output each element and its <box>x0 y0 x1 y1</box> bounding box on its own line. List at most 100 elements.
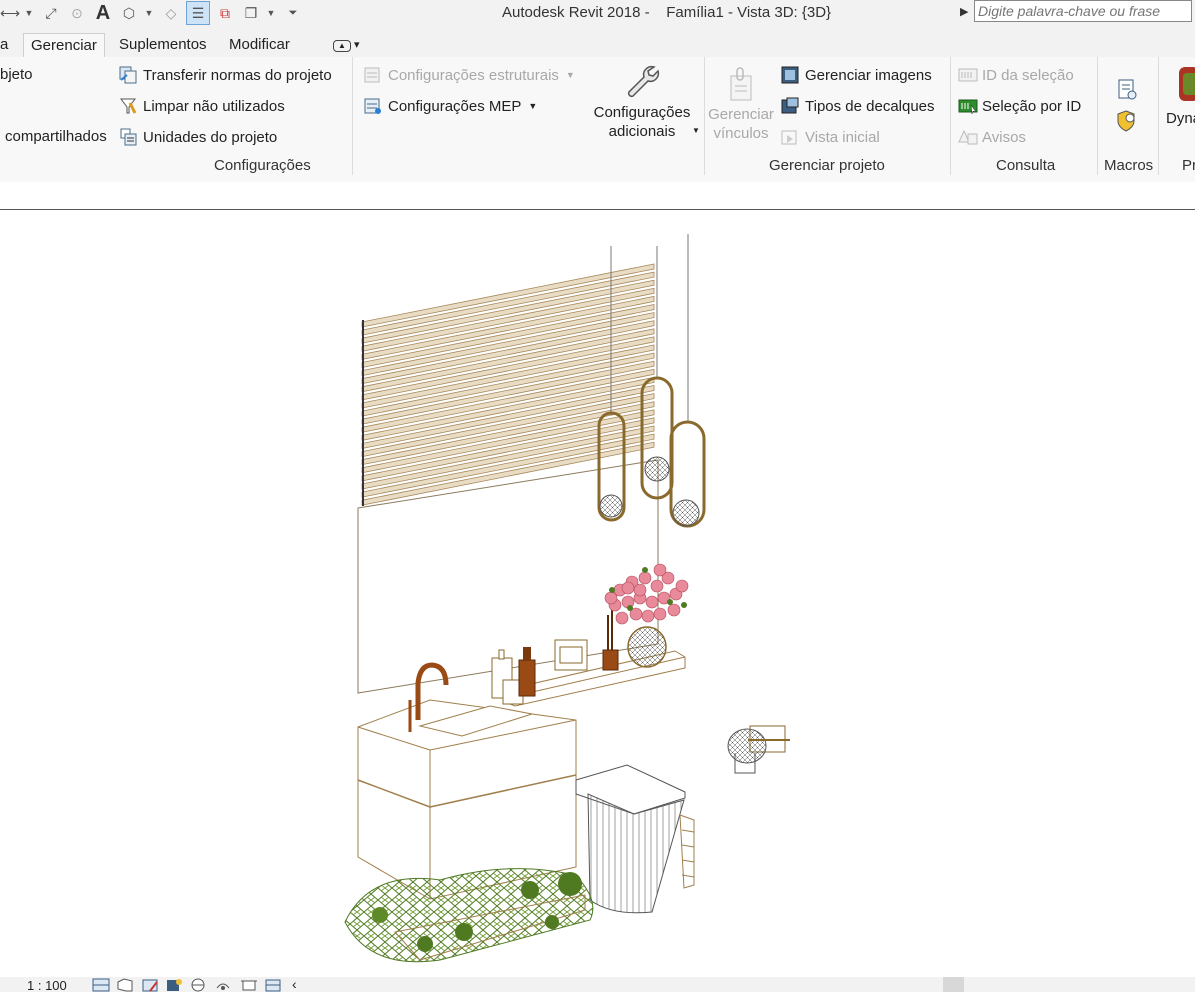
ribbon-minimize-button[interactable]: ▲ ▾ <box>326 33 367 57</box>
starting-view-label: Vista inicial <box>805 128 880 146</box>
partial-object-label: bjeto <box>0 66 33 83</box>
transfer-standards-button[interactable]: Transferir normas do projeto <box>119 66 332 84</box>
title-bar: ⟷ ▼ ⤢ ⊙ A ⬡ ▼ ◇ ☰ ⧉ ❐ ▼ ⏷ Autodesk Revit… <box>0 0 1195 30</box>
panel-label-consulta: Consulta <box>996 157 1056 174</box>
additional-settings-label-1: Configurações <box>593 104 691 121</box>
search-input[interactable] <box>974 0 1192 22</box>
document-name: Família1 - Vista 3D: {3D} <box>666 4 832 21</box>
tag-icon[interactable]: ⊙ <box>66 2 88 24</box>
purge-unused-button[interactable]: Limpar não utilizados <box>119 97 285 115</box>
chevron-down-icon: ▼ <box>692 126 700 135</box>
dimension-icon[interactable]: ⤢ <box>40 2 62 24</box>
starting-view-icon <box>781 128 799 146</box>
3d-view-dropdown-icon[interactable]: ▼ <box>144 2 154 24</box>
minimize-ribbon-icon: ▲ <box>333 40 351 52</box>
decal-types-icon <box>781 97 799 115</box>
tab-gerenciar[interactable]: Gerenciar <box>23 33 105 58</box>
bathroom-3d-model[interactable] <box>0 210 1195 978</box>
show-crop-region-icon[interactable] <box>264 978 282 992</box>
warnings-label: Avisos <box>982 128 1026 146</box>
view-scale[interactable]: 1 : 100 <box>27 978 67 993</box>
mep-settings-label: Configurações MEP <box>388 97 522 115</box>
collapse-bar-icon[interactable]: ‹ <box>292 977 310 992</box>
tab-suplementos[interactable]: Suplementos <box>112 33 214 57</box>
additional-settings-label-2: adicionais <box>608 123 676 140</box>
view-control-bar: 1 : 100 ‹ <box>0 977 1195 993</box>
crop-view-icon[interactable] <box>240 978 258 992</box>
starting-view-button[interactable]: Vista inicial <box>781 128 880 146</box>
select-by-id-button[interactable]: Seleção por ID <box>958 97 1081 115</box>
tab-modificar[interactable]: Modificar <box>222 33 297 57</box>
ids-of-selection-button[interactable]: ID da seleção <box>958 66 1074 84</box>
panel-divider <box>1158 57 1159 175</box>
shadows-icon[interactable] <box>165 978 183 992</box>
ids-of-selection-label: ID da seleção <box>982 66 1074 84</box>
panel-label-macros: Macros <box>1104 157 1154 174</box>
decal-types-button[interactable]: Tipos de decalques <box>781 97 935 115</box>
purge-unused-label: Limpar não utilizados <box>143 97 285 115</box>
select-by-id-label: Seleção por ID <box>982 97 1082 115</box>
manage-images-button[interactable]: Gerenciar imagens <box>781 66 932 84</box>
dynamo-button[interactable]: Dyna <box>1166 110 1195 127</box>
transfer-standards-icon <box>119 66 137 84</box>
detail-level-icon[interactable] <box>92 978 110 992</box>
structural-settings-button[interactable]: Configurações estruturais ▼ <box>364 66 575 84</box>
customize-qat-icon[interactable]: ⏷ <box>282 2 304 24</box>
panel-divider <box>704 57 705 175</box>
panel-divider <box>1097 57 1098 175</box>
lock-view-icon[interactable] <box>214 978 232 992</box>
structural-settings-icon <box>364 66 382 84</box>
shared-parameters-button[interactable]: compartilhados <box>5 128 107 145</box>
measure-dropdown-icon[interactable]: ▼ <box>24 2 34 24</box>
sun-path-icon[interactable] <box>141 978 159 992</box>
switch-windows-dropdown-icon[interactable]: ▼ <box>266 2 276 24</box>
mep-settings-icon <box>364 97 382 115</box>
additional-settings-button[interactable]: Configurações adicionais ▼ <box>588 62 700 141</box>
ids-of-selection-icon <box>958 66 978 84</box>
macro-manager-icon[interactable] <box>1116 78 1140 102</box>
measure-icon[interactable]: ⟷ <box>0 2 20 24</box>
3d-viewport[interactable] <box>0 209 1195 978</box>
window-title: Autodesk Revit 2018 - Família1 - Vista 3… <box>502 4 831 21</box>
switch-windows-icon[interactable]: ❐ <box>240 2 262 24</box>
ribbon-panel-area: bjeto compartilhados Transferir normas d… <box>0 57 1195 182</box>
panel-divider <box>352 57 353 175</box>
thin-lines-icon[interactable]: ☰ <box>186 1 210 25</box>
macro-security-icon[interactable] <box>1116 109 1140 133</box>
dynamo-icon[interactable] <box>1177 65 1195 103</box>
text-icon[interactable]: A <box>92 2 114 24</box>
select-by-id-icon <box>958 97 978 115</box>
visual-style-icon[interactable] <box>116 978 134 992</box>
toilet <box>575 764 695 914</box>
manage-links-label-1: Gerenciar <box>708 106 774 123</box>
manage-images-label: Gerenciar imagens <box>805 66 932 84</box>
project-units-button[interactable]: Unidades do projeto <box>119 128 277 146</box>
dynamo-label: Dyna <box>1166 110 1195 127</box>
horizontal-scrollbar-thumb[interactable] <box>943 977 964 992</box>
panel-label-configuracoes: Configurações <box>214 157 311 174</box>
transfer-standards-label: Transferir normas do projeto <box>143 66 332 84</box>
plant-planter <box>344 868 594 963</box>
3d-view-icon[interactable]: ⬡ <box>118 2 140 24</box>
warnings-button[interactable]: Avisos <box>958 128 1026 146</box>
structural-settings-label: Configurações estruturais <box>388 66 559 84</box>
app-name: Autodesk Revit 2018 - <box>502 4 650 21</box>
partial-object-button[interactable]: bjeto <box>0 66 33 83</box>
manage-links-button[interactable]: Gerenciar vínculos <box>706 62 776 143</box>
warnings-icon <box>958 128 978 146</box>
project-units-label: Unidades do projeto <box>143 128 278 146</box>
expand-search-icon[interactable]: ▶ <box>960 5 968 18</box>
purge-unused-icon <box>119 97 137 115</box>
panel-label-dynamo: Pr <box>1182 157 1195 174</box>
section-icon[interactable]: ◇ <box>160 2 182 24</box>
vanity-cabinet <box>357 699 577 900</box>
render-icon[interactable] <box>189 978 207 992</box>
chevron-down-icon: ▼ <box>528 101 538 111</box>
manage-links-label-2: vínculos <box>713 125 769 142</box>
close-hidden-windows-icon[interactable]: ⧉ <box>214 2 236 24</box>
tab-partial[interactable]: a <box>0 33 15 57</box>
mep-settings-button[interactable]: Configurações MEP ▼ <box>364 97 537 115</box>
toilet-paper-holder <box>727 725 790 774</box>
decal-types-label: Tipos de decalques <box>805 97 935 115</box>
shared-parameters-label: compartilhados <box>5 128 107 145</box>
